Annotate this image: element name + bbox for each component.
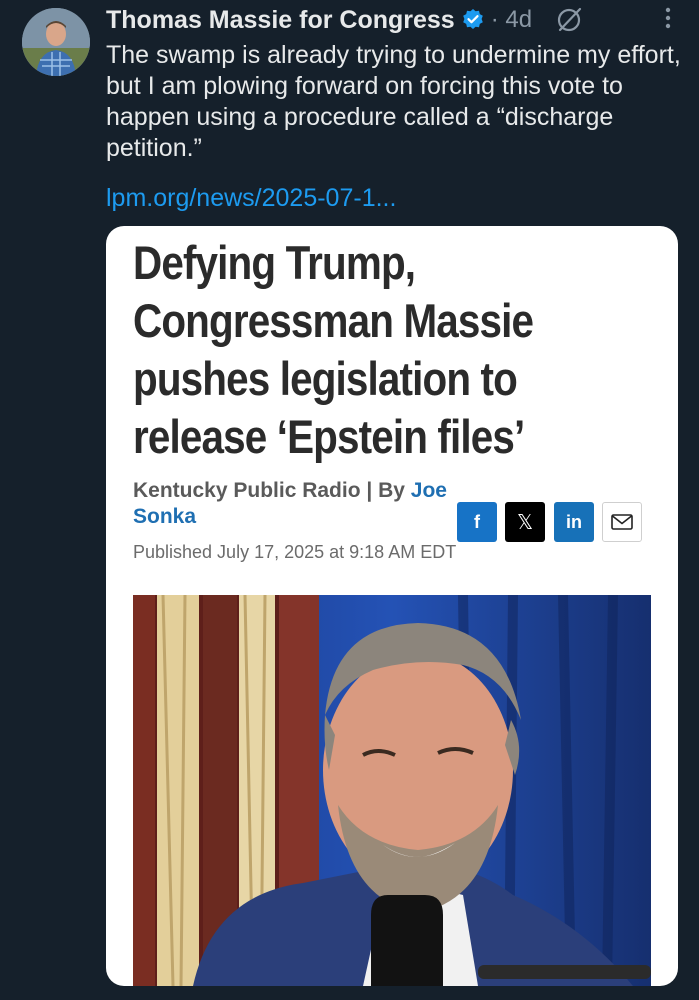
share-x-button[interactable]: 𝕏 <box>505 502 545 542</box>
author-name[interactable]: Thomas Massie for Congress <box>106 6 455 35</box>
article-byline: Kentucky Public Radio | By Joe Sonka <box>133 478 453 530</box>
email-icon <box>611 514 633 530</box>
facebook-icon: f <box>474 511 480 532</box>
share-email-button[interactable] <box>602 502 642 542</box>
published-date: Published July 17, 2025 at 9:18 AM EDT <box>133 542 457 562</box>
tweet-time[interactable]: · 4d <box>491 6 532 34</box>
linkedin-icon: in <box>566 511 582 532</box>
avatar-image <box>22 8 90 76</box>
avatar[interactable] <box>22 8 90 76</box>
share-facebook-button[interactable]: f <box>457 502 497 542</box>
grok-icon[interactable] <box>554 5 584 35</box>
x-icon: 𝕏 <box>516 510 534 534</box>
article-photo-image <box>133 595 651 986</box>
article-headline: Defying Trump, Congressman Massie pushes… <box>133 236 534 463</box>
article-source: Kentucky Public Radio | By <box>133 479 411 502</box>
more-options-icon[interactable] <box>665 6 671 30</box>
article-link[interactable]: lpm.org/news/2025-07-1... <box>106 184 396 213</box>
tweet-header: Thomas Massie for Congress · 4d <box>106 4 699 36</box>
verified-badge-icon <box>462 9 483 29</box>
share-linkedin-button[interactable]: in <box>554 502 594 542</box>
article-photo <box>133 595 651 986</box>
tweet-text: The swamp is already trying to undermine… <box>106 41 681 162</box>
link-preview-card[interactable]: Defying Trump, Congressman Massie pushes… <box>106 226 678 986</box>
